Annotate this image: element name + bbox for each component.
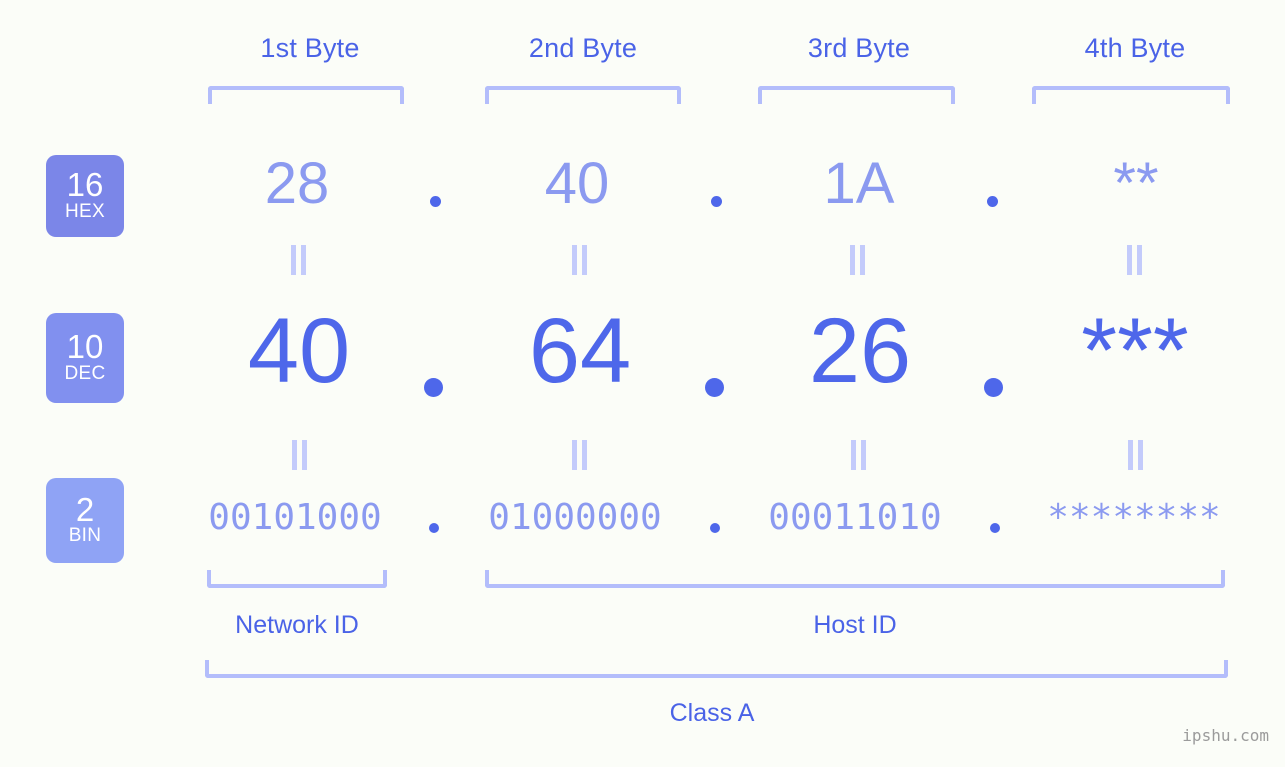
dec-separator-dot-2 bbox=[705, 378, 724, 397]
equals-connector-dec-bin-3 bbox=[848, 440, 870, 470]
hex-byte-2-value: 40 bbox=[544, 151, 610, 216]
byte-header-1: 1st Byte bbox=[260, 33, 360, 63]
host-id-bracket bbox=[485, 570, 1225, 588]
hex-separator-dot-1 bbox=[430, 196, 441, 207]
equals-connector-hex-dec-4 bbox=[1124, 245, 1146, 275]
site-watermark: ipshu.com bbox=[1182, 726, 1269, 745]
dec-byte-4-value: *** bbox=[1081, 300, 1189, 402]
equals-connector-dec-bin-2 bbox=[569, 440, 591, 470]
byte-header-4: 4th Byte bbox=[1084, 33, 1186, 63]
base-badge-hex-name: HEX bbox=[65, 200, 105, 222]
network-id-bracket bbox=[207, 570, 387, 588]
dec-byte-3-value: 26 bbox=[808, 300, 912, 402]
bin-byte-3-value: 00011010 bbox=[768, 497, 942, 538]
byte-bracket-2 bbox=[485, 86, 681, 104]
base-badge-dec-number: 10 bbox=[66, 328, 104, 366]
dec-separator-dot-3 bbox=[984, 378, 1003, 397]
dec-byte-1-value: 40 bbox=[247, 300, 351, 402]
equals-connector-hex-dec-3 bbox=[847, 245, 869, 275]
byte-header-3: 3rd Byte bbox=[807, 33, 911, 63]
host-id-label: Host ID bbox=[813, 611, 897, 639]
hex-byte-3-value: 1A bbox=[823, 151, 895, 216]
bin-separator-dot-1 bbox=[429, 523, 439, 533]
base-badge-dec-name: DEC bbox=[64, 362, 106, 384]
bin-separator-dot-3 bbox=[990, 523, 1000, 533]
hex-byte-1-value: 28 bbox=[264, 151, 330, 216]
ip-byte-breakdown-diagram: 1st Byte 2nd Byte 3rd Byte 4th Byte 16 H… bbox=[0, 0, 1285, 767]
bin-byte-2-value: 01000000 bbox=[488, 497, 662, 538]
byte-bracket-4 bbox=[1032, 86, 1230, 104]
class-bracket bbox=[205, 660, 1228, 678]
byte-header-2: 2nd Byte bbox=[528, 33, 638, 63]
equals-connector-dec-bin-4 bbox=[1125, 440, 1147, 470]
base-badge-bin-name: BIN bbox=[68, 525, 102, 547]
base-badge-bin: 2 BIN bbox=[46, 478, 124, 563]
class-label: Class A bbox=[669, 699, 755, 727]
equals-connector-dec-bin-1 bbox=[289, 440, 311, 470]
byte-bracket-3 bbox=[758, 86, 955, 104]
hex-separator-dot-3 bbox=[987, 196, 998, 207]
bin-byte-1-value: 00101000 bbox=[208, 497, 382, 538]
base-badge-hex: 16 HEX bbox=[46, 155, 124, 237]
byte-bracket-1 bbox=[208, 86, 404, 104]
bin-byte-4-value: ******** bbox=[1047, 497, 1221, 538]
dec-byte-2-value: 64 bbox=[528, 300, 632, 402]
hex-separator-dot-2 bbox=[711, 196, 722, 207]
base-badge-dec: 10 DEC bbox=[46, 313, 124, 403]
hex-byte-4-value: ** bbox=[1113, 151, 1159, 216]
equals-connector-hex-dec-2 bbox=[569, 245, 591, 275]
base-badge-bin-number: 2 bbox=[75, 490, 95, 528]
network-id-label: Network ID bbox=[235, 611, 359, 639]
equals-connector-hex-dec-1 bbox=[288, 245, 310, 275]
bin-separator-dot-2 bbox=[710, 523, 720, 533]
dec-separator-dot-1 bbox=[424, 378, 443, 397]
base-badge-hex-number: 16 bbox=[66, 166, 104, 204]
